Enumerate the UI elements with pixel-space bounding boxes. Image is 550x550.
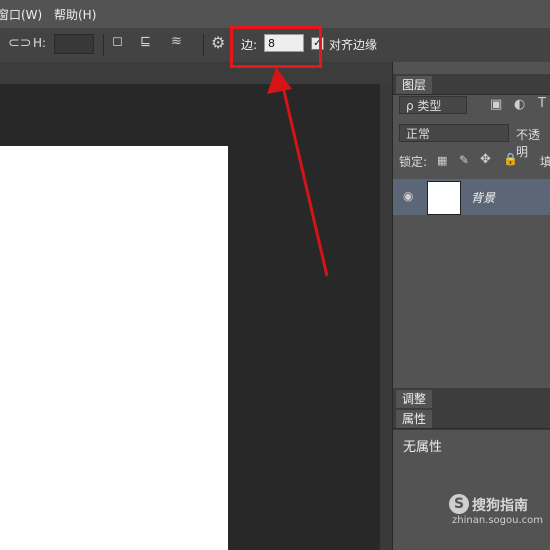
layer-row[interactable]: ◉ 背景	[393, 179, 550, 215]
blend-mode-select[interactable]: 正常	[399, 124, 509, 142]
properties-text: 无属性	[403, 440, 443, 455]
right-panel: 图层 ρ 类型 ▣ ◐ T 正常 不透明 锁定: ▦ ✎ ✥ 🔒 填 ◉ 背景 …	[393, 62, 550, 550]
watermark-brand: 搜狗指南	[472, 498, 528, 514]
layer-name: 背景	[471, 191, 496, 205]
image-filter-icon[interactable]: ▣	[490, 97, 502, 112]
menu-bar: 窗口(W) 帮助(H)	[0, 0, 550, 28]
tab-properties[interactable]: 属性	[396, 410, 433, 428]
vertical-scrollbar[interactable]	[380, 84, 392, 550]
type-filter-icon[interactable]: T	[538, 96, 546, 111]
document-tab-strip	[0, 62, 392, 85]
path-arrangement-icon[interactable]: ≋	[171, 34, 182, 49]
height-input[interactable]	[54, 34, 94, 54]
divider	[103, 34, 104, 56]
lock-position-icon[interactable]: ✥	[480, 152, 491, 167]
highlight-box	[230, 26, 322, 68]
document-canvas[interactable]	[0, 146, 228, 550]
properties-tabs: 属性	[393, 408, 550, 429]
path-operations-icon[interactable]: ◻	[112, 34, 123, 49]
layers-tabs: 图层	[393, 74, 550, 95]
height-label: H:	[33, 36, 47, 50]
adjustment-filter-icon[interactable]: ◐	[514, 97, 525, 112]
eye-icon[interactable]: ◉	[403, 189, 413, 203]
lock-all-icon[interactable]: 🔒	[503, 152, 518, 166]
properties-body: 无属性	[393, 429, 550, 544]
align-edges-label: 对齐边缘	[329, 38, 378, 52]
fill-label: 填	[540, 155, 550, 169]
lock-transparent-icon[interactable]: ▦	[437, 154, 447, 167]
lock-label: 锁定:	[399, 155, 428, 169]
adjustments-tabs: 调整	[393, 388, 550, 409]
kind-filter-select[interactable]: ρ 类型	[399, 96, 467, 114]
menu-window[interactable]: 窗口(W)	[0, 6, 42, 23]
gear-icon[interactable]: ⚙	[211, 33, 225, 52]
tab-layers[interactable]: 图层	[396, 76, 433, 94]
link-icon[interactable]: ⊂⊃	[8, 35, 31, 51]
sogou-logo-icon: S	[449, 494, 469, 514]
divider	[203, 34, 204, 56]
menu-help[interactable]: 帮助(H)	[54, 6, 96, 23]
path-alignment-icon[interactable]: ⊑	[140, 34, 151, 49]
tab-adjustments[interactable]: 调整	[396, 390, 433, 408]
watermark-url: zhinan.sogou.com	[452, 515, 544, 526]
layer-thumbnail	[427, 181, 461, 215]
lock-pixels-icon[interactable]: ✎	[459, 153, 469, 167]
